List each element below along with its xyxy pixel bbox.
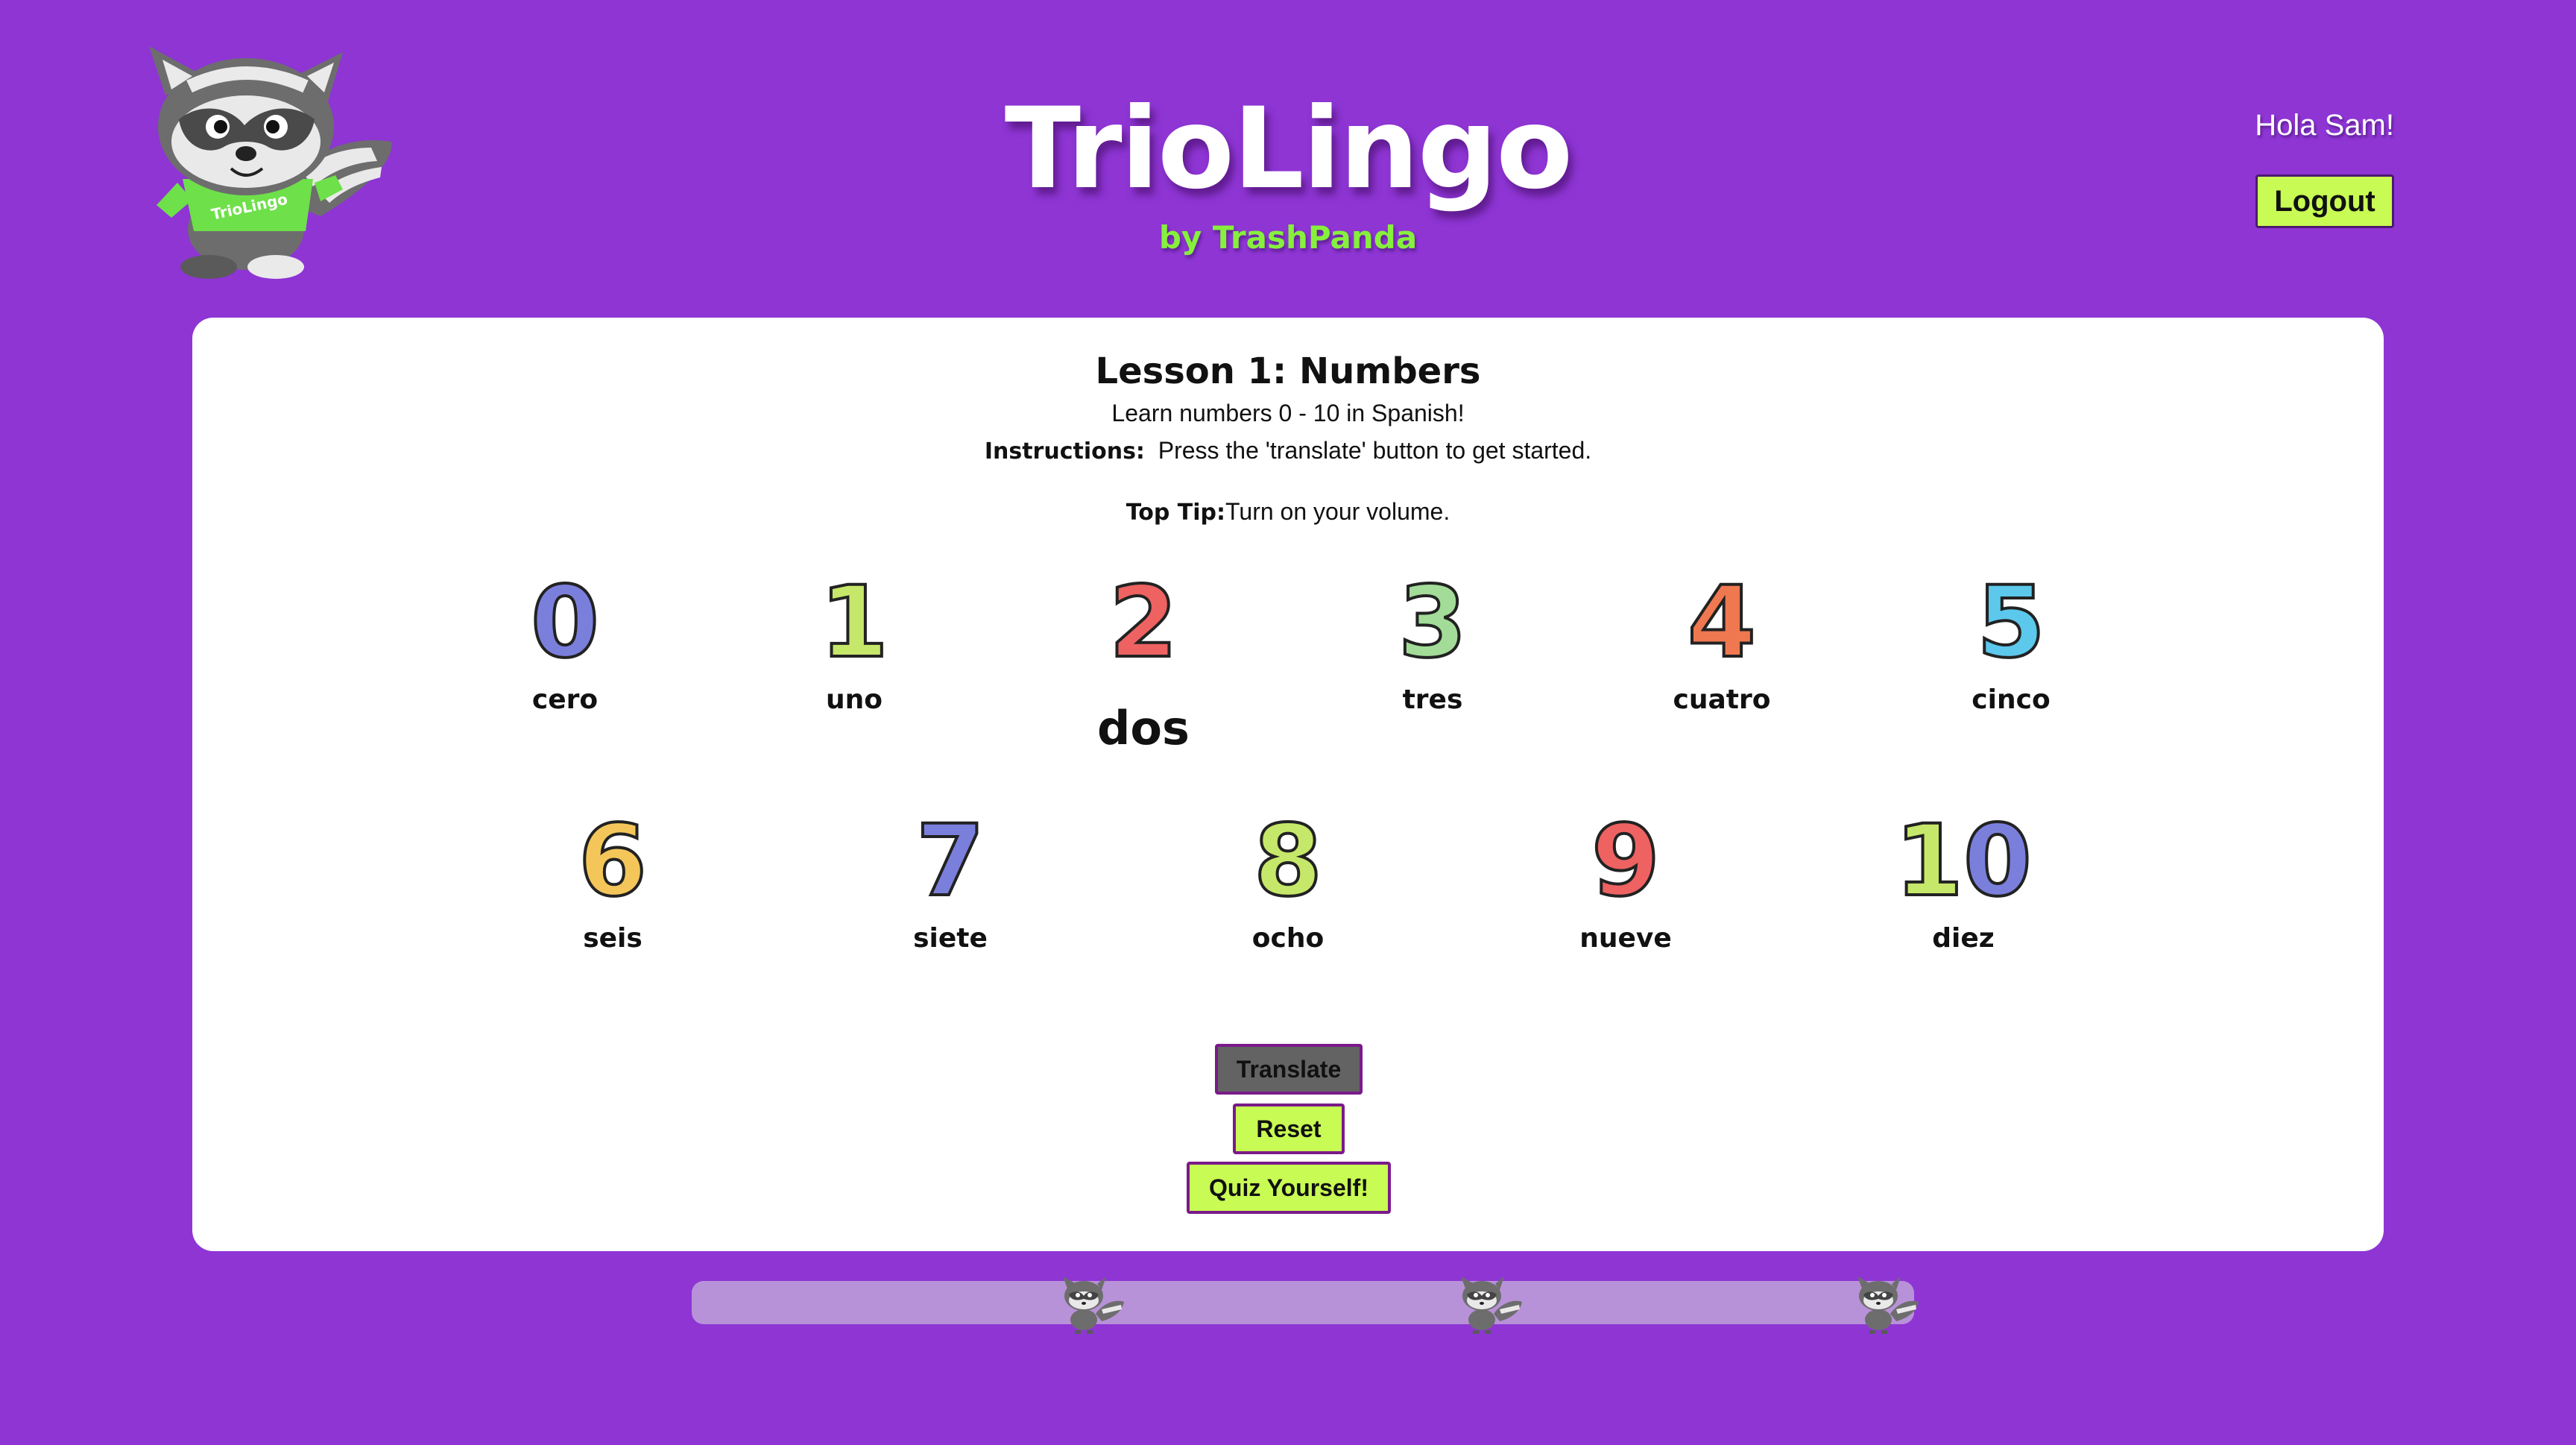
number-card-3[interactable]: 3 tres: [1321, 565, 1544, 715]
number-card-5[interactable]: 5 cinco: [1899, 565, 2123, 715]
number-card-9[interactable]: 9 nueve: [1514, 804, 1737, 954]
number-digit: 8: [1252, 804, 1324, 919]
tip-label: Top Tip:: [1126, 500, 1226, 526]
number-card-6[interactable]: 6 seis: [501, 804, 724, 954]
number-digit: 7: [915, 804, 986, 919]
number-digit: 6: [577, 804, 648, 919]
instructions-label: Instructions:: [984, 438, 1145, 465]
translate-button[interactable]: Translate: [1215, 1044, 1363, 1095]
number-word: uno: [826, 684, 883, 715]
lesson-card: Lesson 1: Numbers Learn numbers 0 - 10 i…: [192, 318, 2384, 1251]
number-word: diez: [1932, 923, 1995, 954]
logout-button[interactable]: Logout: [2255, 174, 2394, 228]
progress-track: [692, 1276, 1919, 1334]
reset-button[interactable]: Reset: [1233, 1104, 1345, 1154]
number-digit: 5: [1975, 565, 2047, 680]
lesson-title: Lesson 1: Numbers: [1095, 350, 1481, 392]
number-word: siete: [913, 923, 988, 954]
number-card-0[interactable]: 0 cero: [453, 565, 677, 715]
number-digit: 3: [1397, 565, 1468, 680]
number-card-7[interactable]: 7 siete: [839, 804, 1062, 954]
raccoon-marker-icon: [1461, 1276, 1522, 1334]
app-subtitle: by TrashPanda: [1158, 219, 1418, 256]
app-title: TrioLingo: [1004, 84, 1573, 214]
number-word: tres: [1402, 684, 1463, 715]
user-greeting: Hola Sam!: [2255, 109, 2394, 142]
number-word: cinco: [1972, 684, 2051, 715]
tip-text: Turn on your volume.: [1225, 498, 1450, 525]
number-word: ocho: [1251, 923, 1325, 954]
number-digit: 10: [1893, 804, 2033, 919]
number-card-1[interactable]: 1 uno: [742, 565, 966, 715]
raccoon-marker-icon: [1857, 1276, 1919, 1334]
number-word: cero: [531, 684, 599, 715]
number-card-2[interactable]: 2 dos: [1032, 565, 1255, 755]
number-digit: 2: [1108, 565, 1179, 680]
number-word: nueve: [1579, 923, 1672, 954]
number-word: dos: [1097, 701, 1190, 755]
top-tip: Top Tip:Turn on your volume.: [192, 498, 2384, 526]
number-card-10[interactable]: 10 diez: [1852, 804, 2075, 954]
number-word: cuatro: [1673, 684, 1771, 715]
number-digit: 9: [1590, 804, 1661, 919]
raccoon-marker-icon: [1063, 1276, 1124, 1334]
brand-header: TrioLingo by TrashPanda: [0, 82, 2576, 256]
quiz-yourself-button[interactable]: Quiz Yourself!: [1187, 1162, 1391, 1214]
number-digit: 0: [529, 565, 601, 680]
number-digit: 4: [1686, 565, 1758, 680]
number-card-8[interactable]: 8 ocho: [1176, 804, 1400, 954]
lesson-description: Learn numbers 0 - 10 in Spanish!: [1111, 400, 1465, 426]
number-word: seis: [583, 923, 643, 954]
number-digit: 1: [818, 565, 890, 680]
number-card-4[interactable]: 4 cuatro: [1610, 565, 1834, 715]
lesson-instructions: Instructions: Press the 'translate' butt…: [192, 437, 2384, 465]
instructions-text: Press the 'translate' button to get star…: [1158, 437, 1592, 464]
